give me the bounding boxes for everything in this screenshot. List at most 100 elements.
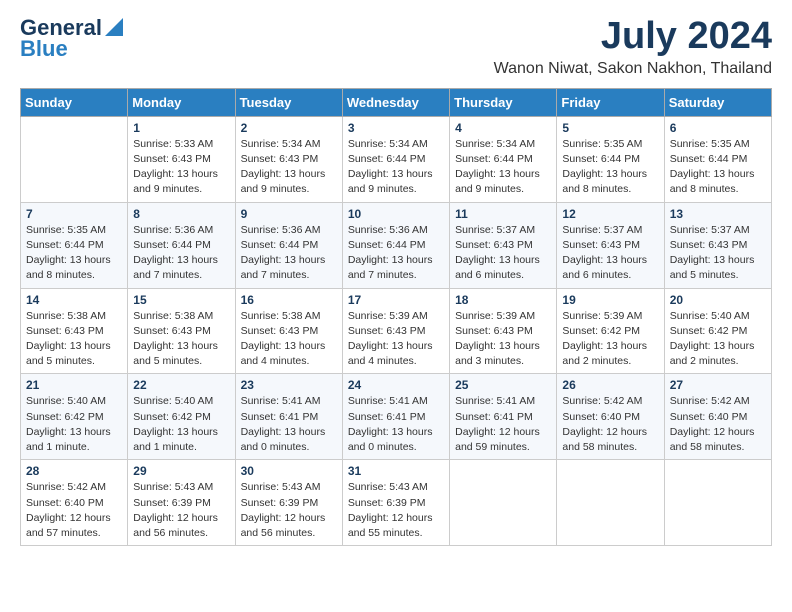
calendar-cell: 23Sunrise: 5:41 AMSunset: 6:41 PMDayligh… (235, 374, 342, 460)
day-number: 15 (133, 293, 229, 307)
calendar-table: SundayMondayTuesdayWednesdayThursdayFrid… (20, 88, 772, 546)
day-header-thursday: Thursday (450, 88, 557, 116)
cell-content: Sunrise: 5:41 AMSunset: 6:41 PMDaylight:… (241, 394, 337, 455)
cell-content: Sunrise: 5:36 AMSunset: 6:44 PMDaylight:… (241, 223, 337, 284)
day-header-friday: Friday (557, 88, 664, 116)
logo-icon (105, 18, 123, 36)
day-number: 26 (562, 378, 658, 392)
cell-content: Sunrise: 5:37 AMSunset: 6:43 PMDaylight:… (670, 223, 766, 284)
calendar-cell: 20Sunrise: 5:40 AMSunset: 6:42 PMDayligh… (664, 288, 771, 374)
calendar-week-3: 14Sunrise: 5:38 AMSunset: 6:43 PMDayligh… (21, 288, 772, 374)
cell-content: Sunrise: 5:42 AMSunset: 6:40 PMDaylight:… (670, 394, 766, 455)
calendar-header-row: SundayMondayTuesdayWednesdayThursdayFrid… (21, 88, 772, 116)
cell-content: Sunrise: 5:40 AMSunset: 6:42 PMDaylight:… (133, 394, 229, 455)
cell-content: Sunrise: 5:37 AMSunset: 6:43 PMDaylight:… (562, 223, 658, 284)
cell-content: Sunrise: 5:41 AMSunset: 6:41 PMDaylight:… (348, 394, 444, 455)
cell-content: Sunrise: 5:43 AMSunset: 6:39 PMDaylight:… (348, 480, 444, 541)
calendar-cell (664, 460, 771, 546)
calendar-cell (450, 460, 557, 546)
cell-content: Sunrise: 5:41 AMSunset: 6:41 PMDaylight:… (455, 394, 551, 455)
calendar-cell: 4 Sunrise: 5:34 AMSunset: 6:44 PMDaylight… (450, 116, 557, 202)
day-number: 29 (133, 464, 229, 478)
day-number: 24 (348, 378, 444, 392)
day-number: 12 (562, 207, 658, 221)
calendar-cell: 26 Sunrise: 5:42 AMSunset: 6:40 PMDayligh… (557, 374, 664, 460)
day-number: 19 (562, 293, 658, 307)
day-number: 5 (562, 121, 658, 135)
day-number: 4 (455, 121, 551, 135)
day-header-tuesday: Tuesday (235, 88, 342, 116)
cell-content: Sunrise: 5:34 AMSunset: 6:44 PMDaylight:… (455, 137, 551, 198)
day-number: 3 (348, 121, 444, 135)
day-number: 7 (26, 207, 122, 221)
calendar-cell: 7 Sunrise: 5:35 AMSunset: 6:44 PMDaylight… (21, 202, 128, 288)
day-number: 27 (670, 378, 766, 392)
day-number: 21 (26, 378, 122, 392)
calendar-week-2: 7 Sunrise: 5:35 AMSunset: 6:44 PMDaylight… (21, 202, 772, 288)
calendar-cell: 9 Sunrise: 5:36 AMSunset: 6:44 PMDaylight… (235, 202, 342, 288)
calendar-cell: 8 Sunrise: 5:36 AMSunset: 6:44 PMDaylight… (128, 202, 235, 288)
calendar-cell (21, 116, 128, 202)
cell-content: Sunrise: 5:38 AMSunset: 6:43 PMDaylight:… (133, 309, 229, 370)
calendar-cell: 29 Sunrise: 5:43 AMSunset: 6:39 PMDayligh… (128, 460, 235, 546)
calendar-week-1: 1 Sunrise: 5:33 AMSunset: 6:43 PMDaylight… (21, 116, 772, 202)
cell-content: Sunrise: 5:42 AMSunset: 6:40 PMDaylight:… (562, 394, 658, 455)
calendar-cell: 27 Sunrise: 5:42 AMSunset: 6:40 PMDayligh… (664, 374, 771, 460)
day-number: 20 (670, 293, 766, 307)
calendar-cell: 6Sunrise: 5:35 AMSunset: 6:44 PMDaylight… (664, 116, 771, 202)
calendar-cell: 24 Sunrise: 5:41 AMSunset: 6:41 PMDayligh… (342, 374, 449, 460)
calendar-cell: 16Sunrise: 5:38 AMSunset: 6:43 PMDayligh… (235, 288, 342, 374)
cell-content: Sunrise: 5:40 AMSunset: 6:42 PMDaylight:… (26, 394, 122, 455)
calendar-cell: 1 Sunrise: 5:33 AMSunset: 6:43 PMDaylight… (128, 116, 235, 202)
calendar-cell: 31 Sunrise: 5:43 AMSunset: 6:39 PMDayligh… (342, 460, 449, 546)
calendar-cell: 17 Sunrise: 5:39 AMSunset: 6:43 PMDayligh… (342, 288, 449, 374)
cell-content: Sunrise: 5:37 AMSunset: 6:43 PMDaylight:… (455, 223, 551, 284)
calendar-cell: 19 Sunrise: 5:39 AMSunset: 6:42 PMDayligh… (557, 288, 664, 374)
cell-content: Sunrise: 5:35 AMSunset: 6:44 PMDaylight:… (562, 137, 658, 198)
day-header-wednesday: Wednesday (342, 88, 449, 116)
cell-content: Sunrise: 5:35 AMSunset: 6:44 PMDaylight:… (26, 223, 122, 284)
calendar-cell: 28Sunrise: 5:42 AMSunset: 6:40 PMDayligh… (21, 460, 128, 546)
cell-content: Sunrise: 5:39 AMSunset: 6:43 PMDaylight:… (455, 309, 551, 370)
cell-content: Sunrise: 5:34 AMSunset: 6:44 PMDaylight:… (348, 137, 444, 198)
logo-blue-text: Blue (20, 38, 68, 60)
cell-content: Sunrise: 5:36 AMSunset: 6:44 PMDaylight:… (348, 223, 444, 284)
calendar-cell: 10 Sunrise: 5:36 AMSunset: 6:44 PMDayligh… (342, 202, 449, 288)
day-number: 17 (348, 293, 444, 307)
cell-content: Sunrise: 5:39 AMSunset: 6:43 PMDaylight:… (348, 309, 444, 370)
calendar-cell: 2 Sunrise: 5:34 AMSunset: 6:43 PMDaylight… (235, 116, 342, 202)
day-number: 31 (348, 464, 444, 478)
day-header-monday: Monday (128, 88, 235, 116)
day-number: 2 (241, 121, 337, 135)
calendar-week-5: 28Sunrise: 5:42 AMSunset: 6:40 PMDayligh… (21, 460, 772, 546)
logo: General Blue (20, 16, 123, 60)
day-number: 18 (455, 293, 551, 307)
cell-content: Sunrise: 5:39 AMSunset: 6:42 PMDaylight:… (562, 309, 658, 370)
day-number: 1 (133, 121, 229, 135)
calendar-cell: 3 Sunrise: 5:34 AMSunset: 6:44 PMDaylight… (342, 116, 449, 202)
day-number: 11 (455, 207, 551, 221)
calendar-cell: 22Sunrise: 5:40 AMSunset: 6:42 PMDayligh… (128, 374, 235, 460)
cell-content: Sunrise: 5:43 AMSunset: 6:39 PMDaylight:… (133, 480, 229, 541)
day-number: 30 (241, 464, 337, 478)
day-number: 10 (348, 207, 444, 221)
calendar-cell (557, 460, 664, 546)
cell-content: Sunrise: 5:33 AMSunset: 6:43 PMDaylight:… (133, 137, 229, 198)
day-number: 13 (670, 207, 766, 221)
calendar-cell: 11 Sunrise: 5:37 AMSunset: 6:43 PMDayligh… (450, 202, 557, 288)
location-subtitle: Wanon Niwat, Sakon Nakhon, Thailand (494, 60, 772, 78)
day-header-saturday: Saturday (664, 88, 771, 116)
cell-content: Sunrise: 5:38 AMSunset: 6:43 PMDaylight:… (241, 309, 337, 370)
day-number: 9 (241, 207, 337, 221)
day-number: 25 (455, 378, 551, 392)
cell-content: Sunrise: 5:34 AMSunset: 6:43 PMDaylight:… (241, 137, 337, 198)
day-number: 8 (133, 207, 229, 221)
calendar-cell: 15 Sunrise: 5:38 AMSunset: 6:43 PMDayligh… (128, 288, 235, 374)
calendar-week-4: 21 Sunrise: 5:40 AMSunset: 6:42 PMDayligh… (21, 374, 772, 460)
day-number: 6 (670, 121, 766, 135)
month-year-title: July 2024 (494, 16, 772, 58)
cell-content: Sunrise: 5:36 AMSunset: 6:44 PMDaylight:… (133, 223, 229, 284)
calendar-cell: 13 Sunrise: 5:37 AMSunset: 6:43 PMDayligh… (664, 202, 771, 288)
cell-content: Sunrise: 5:43 AMSunset: 6:39 PMDaylight:… (241, 480, 337, 541)
calendar-cell: 30 Sunrise: 5:43 AMSunset: 6:39 PMDayligh… (235, 460, 342, 546)
